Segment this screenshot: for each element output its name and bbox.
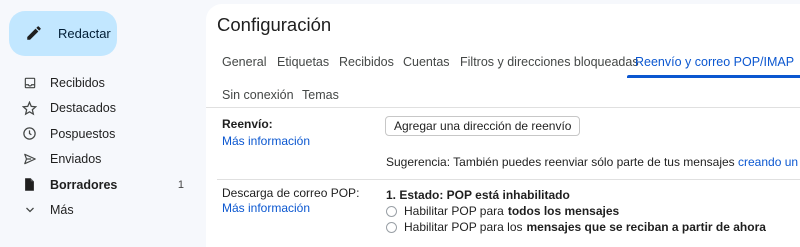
pop-more-info-link[interactable]: Más información bbox=[222, 201, 310, 215]
chevron-down-icon bbox=[22, 203, 37, 218]
star-icon bbox=[22, 100, 37, 116]
compose-button[interactable]: Redactar bbox=[9, 11, 117, 56]
create-filter-link[interactable]: creando un filtro bbox=[738, 155, 800, 169]
sidebar-item-label: Borradores bbox=[50, 177, 118, 192]
radio-button[interactable] bbox=[386, 221, 397, 233]
active-tab-indicator bbox=[627, 75, 800, 78]
tab-general[interactable]: General bbox=[222, 48, 266, 76]
page-title: Configuración bbox=[217, 14, 332, 35]
tip-text: Sugerencia: También puedes reenviar sólo… bbox=[386, 155, 735, 169]
sidebar-item-inbox[interactable]: Recibidos bbox=[0, 70, 206, 96]
compose-label: Redactar bbox=[58, 26, 111, 41]
tab-inbox[interactable]: Recibidos bbox=[339, 48, 394, 76]
clock-icon bbox=[22, 126, 37, 141]
tabs-divider bbox=[206, 107, 800, 108]
tab-accounts[interactable]: Cuentas bbox=[403, 48, 450, 76]
pop-download-label: Descarga de correo POP: bbox=[222, 186, 360, 200]
settings-tabs-row-2: Sin conexión Temas bbox=[206, 81, 800, 109]
option-bold-text: mensajes que se reciban a partir de ahor… bbox=[526, 220, 766, 234]
sidebar-item-label: Destacados bbox=[50, 101, 117, 116]
sidebar-item-starred[interactable]: Destacados bbox=[0, 96, 206, 122]
forwarding-tip: Sugerencia: También puedes reenviar sólo… bbox=[386, 155, 800, 169]
settings-panel: Configuración General Etiquetas Recibido… bbox=[206, 4, 800, 247]
radio-button[interactable] bbox=[386, 205, 397, 217]
add-forwarding-address-button[interactable]: Agregar una dirección de reenvío bbox=[385, 116, 581, 136]
tab-label: Reenvío y correo POP/IMAP bbox=[635, 55, 795, 69]
sidebar-item-snoozed[interactable]: Pospuestos bbox=[0, 121, 206, 147]
pencil-icon bbox=[27, 26, 41, 40]
inbox-icon bbox=[22, 75, 37, 90]
pop-status: 1. Estado: POP está inhabilitado bbox=[386, 188, 570, 202]
sidebar-nav: Recibidos Destacados Pospuestos Enviados… bbox=[0, 70, 206, 223]
option-text: Habilitar POP para bbox=[404, 204, 504, 218]
sidebar-item-label: Recibidos bbox=[50, 75, 105, 90]
pop-option-new-messages[interactable]: Habilitar POP para los mensajes que se r… bbox=[386, 219, 766, 235]
sidebar-item-label: Enviados bbox=[50, 152, 102, 167]
option-bold-text: todos los mensajes bbox=[507, 204, 620, 218]
forwarding-more-info-link[interactable]: Más información bbox=[222, 134, 310, 148]
sidebar-item-sent[interactable]: Enviados bbox=[0, 147, 206, 173]
draft-icon bbox=[22, 177, 37, 192]
tab-labels[interactable]: Etiquetas bbox=[277, 48, 329, 76]
settings-tabs-row: General Etiquetas Recibidos Cuentas Filt… bbox=[206, 48, 800, 78]
tab-offline[interactable]: Sin conexión bbox=[222, 81, 294, 109]
sidebar: Redactar Recibidos Destacados Pospuestos… bbox=[0, 0, 206, 247]
sidebar-item-label: Pospuestos bbox=[50, 126, 116, 141]
option-text: Habilitar POP para los bbox=[404, 220, 523, 234]
tab-filters[interactable]: Filtros y direcciones bloqueadas bbox=[460, 48, 639, 76]
tab-forwarding-pop-imap[interactable]: Reenvío y correo POP/IMAP bbox=[627, 48, 800, 78]
tab-themes[interactable]: Temas bbox=[302, 81, 339, 109]
section-divider bbox=[217, 179, 800, 180]
send-icon bbox=[22, 152, 37, 167]
drafts-count-badge: 1 bbox=[177, 178, 184, 191]
pop-option-all-messages[interactable]: Habilitar POP para todos los mensajes bbox=[386, 203, 619, 219]
forwarding-label: Reenvío: bbox=[222, 117, 273, 131]
sidebar-item-more[interactable]: Más bbox=[0, 198, 206, 224]
sidebar-item-drafts[interactable]: Borradores 1 bbox=[0, 172, 206, 198]
sidebar-item-label: Más bbox=[50, 203, 74, 218]
